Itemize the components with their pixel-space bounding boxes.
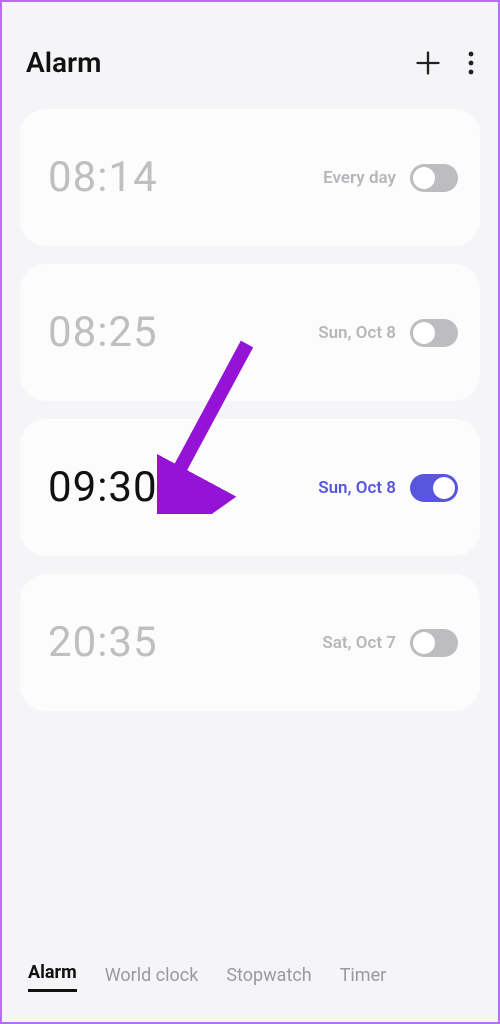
tab-world-clock[interactable]: World clock bbox=[105, 965, 199, 992]
tab-alarm[interactable]: Alarm bbox=[28, 962, 77, 992]
tab-stopwatch[interactable]: Stopwatch bbox=[226, 965, 311, 992]
bottom-tab-bar: Alarm World clock Stopwatch Timer bbox=[20, 962, 480, 1022]
alarm-schedule-label: Sun, Oct 8 bbox=[318, 478, 396, 498]
alarm-card[interactable]: 08:25 Sun, Oct 8 bbox=[20, 264, 480, 401]
alarm-list: 08:14 Every day 08:25 Sun, Oct 8 09:30 S… bbox=[20, 109, 480, 711]
tab-timer[interactable]: Timer bbox=[340, 965, 387, 992]
alarm-schedule-label: Sat, Oct 7 bbox=[322, 633, 396, 653]
alarm-schedule-label: Every day bbox=[323, 168, 396, 188]
more-options-button[interactable] bbox=[468, 51, 474, 75]
add-alarm-button[interactable] bbox=[414, 49, 442, 77]
alarm-time: 09:30 bbox=[48, 463, 318, 512]
alarm-toggle[interactable] bbox=[410, 164, 458, 192]
alarm-toggle[interactable] bbox=[410, 319, 458, 347]
alarm-toggle[interactable] bbox=[410, 629, 458, 657]
alarm-time: 20:35 bbox=[48, 618, 322, 667]
app-header: Alarm bbox=[20, 22, 480, 109]
page-title: Alarm bbox=[26, 46, 414, 79]
alarm-card[interactable]: 20:35 Sat, Oct 7 bbox=[20, 574, 480, 711]
alarm-schedule-label: Sun, Oct 8 bbox=[318, 323, 396, 343]
alarm-time: 08:14 bbox=[48, 153, 323, 202]
alarm-toggle[interactable] bbox=[410, 474, 458, 502]
alarm-card[interactable]: 08:14 Every day bbox=[20, 109, 480, 246]
alarm-card[interactable]: 09:30 Sun, Oct 8 bbox=[20, 419, 480, 556]
alarm-time: 08:25 bbox=[48, 308, 318, 357]
